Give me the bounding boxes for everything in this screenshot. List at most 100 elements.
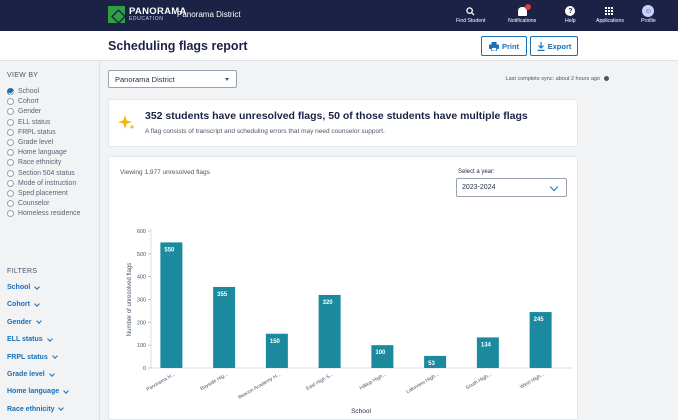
- notification-badge: [524, 3, 531, 10]
- radio-icon[interactable]: [7, 139, 14, 146]
- radio-icon[interactable]: [7, 190, 14, 197]
- bar-value-label: 245: [534, 317, 545, 323]
- filter-label: ELL status: [7, 336, 43, 344]
- nav-profile[interactable]: ☺ Profile: [641, 4, 656, 24]
- radio-icon[interactable]: [7, 149, 14, 157]
- radio-icon[interactable]: [7, 118, 14, 126]
- chevron-down-icon: [34, 301, 40, 307]
- x-tick-label: West High...: [519, 372, 546, 391]
- y-tick-label: 200: [137, 320, 146, 326]
- chevron-down-icon: [46, 335, 53, 342]
- view-by-option-label: Homeless residence: [18, 210, 81, 218]
- view-by-option[interactable]: Grade level: [7, 139, 53, 146]
- filters-heading: FILTERS: [7, 268, 38, 275]
- y-tick-label: 100: [137, 343, 146, 349]
- filter-dropdown[interactable]: Grade level: [7, 370, 55, 378]
- x-tick-label: South High...: [465, 372, 493, 392]
- y-tick-label: 300: [137, 298, 146, 304]
- view-by-option[interactable]: Race ethnicity: [7, 159, 62, 167]
- search-icon: [466, 4, 475, 18]
- view-by-option-label: Race ethnicity: [18, 159, 62, 167]
- bar-value-label: 550: [164, 247, 175, 253]
- nav-applications[interactable]: Applications: [596, 4, 624, 24]
- view-by-option[interactable]: Home language: [7, 149, 67, 157]
- view-by-option[interactable]: Section 504 status: [7, 169, 75, 177]
- help-icon: ?: [565, 6, 576, 16]
- x-tick-label: East High S...: [305, 372, 334, 392]
- view-by-option[interactable]: FRPL status: [7, 128, 56, 136]
- district-select[interactable]: Panorama District: [108, 70, 237, 88]
- printer-icon: [488, 41, 499, 51]
- view-by-option[interactable]: Gender: [7, 108, 41, 116]
- filter-dropdown[interactable]: ELL status: [7, 335, 53, 344]
- info-icon[interactable]: [604, 76, 609, 81]
- y-tick-label: 600: [137, 229, 146, 235]
- radio-icon[interactable]: [7, 179, 14, 187]
- radio-icon[interactable]: [7, 210, 14, 218]
- bar-value-label: 320: [323, 300, 334, 306]
- caret-down-icon: [225, 78, 229, 81]
- view-by-option-label: Gender: [18, 108, 41, 116]
- view-by-option[interactable]: ELL status: [7, 118, 50, 126]
- radio-icon[interactable]: [7, 108, 14, 116]
- sync-status: Last complete sync: about 2 hours ago: [505, 76, 600, 82]
- filter-label: Home language: [7, 388, 60, 396]
- view-by-option-label: School: [18, 88, 40, 95]
- view-by-option[interactable]: Mode of instruction: [7, 179, 76, 187]
- chevron-down-icon: [58, 405, 65, 412]
- radio-icon[interactable]: [7, 169, 14, 177]
- view-by-option[interactable]: Cohort: [7, 98, 39, 106]
- filter-dropdown[interactable]: Cohort: [7, 301, 40, 309]
- filter-label: Grade level: [7, 371, 45, 378]
- radio-icon[interactable]: [7, 98, 14, 106]
- view-by-heading: VIEW BY: [7, 72, 39, 79]
- nav-profile-label: Profile: [641, 18, 656, 24]
- radio-icon[interactable]: [7, 128, 14, 136]
- filter-dropdown[interactable]: Home language: [7, 388, 69, 396]
- chevron-down-icon: [35, 318, 42, 325]
- download-icon: [537, 41, 545, 51]
- view-by-option[interactable]: School: [7, 88, 39, 95]
- panorama-logo[interactable]: PANORAMA EDUCATION: [108, 6, 187, 23]
- chevron-down-icon: [51, 353, 58, 359]
- x-tick-label: Panorama H...: [145, 372, 176, 393]
- y-tick-label: 0: [143, 366, 146, 372]
- nav-help[interactable]: ? Help: [565, 4, 576, 24]
- district-select-value: Panorama District: [115, 74, 175, 84]
- chart-card: Viewing 1,977 unresolved flags Select a …: [108, 156, 578, 420]
- panorama-logo-icon: [108, 6, 125, 23]
- x-axis-label: School: [351, 408, 371, 415]
- sidebar: VIEW BY School Cohort Gender ELL status FRPL…: [0, 61, 100, 420]
- profile-icon: ☺: [642, 5, 655, 17]
- nav-applications-label: Applications: [596, 18, 624, 24]
- filter-label: FRPL status: [7, 353, 48, 361]
- x-tick-label: Bayside Hig...: [199, 372, 229, 393]
- x-tick-label: Lakeview High...: [405, 372, 440, 396]
- filter-dropdown[interactable]: Race ethnicity: [7, 405, 65, 413]
- bar-value-label: 100: [375, 350, 386, 356]
- banner-title: 352 students have unresolved flags, 50 o…: [145, 110, 528, 122]
- radio-checked-icon[interactable]: [7, 88, 14, 95]
- view-by-option-label: Grade level: [18, 139, 54, 146]
- page-title: Scheduling flags report: [108, 39, 248, 53]
- bar-value-label: 355: [217, 292, 228, 298]
- filter-label: Race ethnicity: [7, 405, 55, 413]
- nav-notifications[interactable]: Notifications: [508, 3, 537, 24]
- filter-label: Cohort: [7, 301, 30, 309]
- radio-icon[interactable]: [7, 159, 14, 167]
- export-button[interactable]: Export: [530, 36, 578, 56]
- nav-find-student[interactable]: Find Student: [456, 4, 485, 24]
- filter-dropdown[interactable]: School: [7, 283, 41, 291]
- view-by-option[interactable]: Homeless residence: [7, 210, 81, 218]
- view-by-option[interactable]: Counselor: [7, 200, 49, 208]
- export-button-label: Export: [547, 41, 572, 51]
- print-button-label: Print: [501, 41, 520, 51]
- grid-icon: [605, 6, 614, 16]
- view-by-option[interactable]: Sped placement: [7, 190, 68, 197]
- print-button[interactable]: Print: [481, 36, 527, 56]
- nav-notifications-label: Notifications: [508, 18, 537, 24]
- filter-dropdown[interactable]: FRPL status: [7, 353, 58, 361]
- view-by-option-label: Home language: [18, 149, 67, 157]
- radio-icon[interactable]: [7, 200, 14, 208]
- filter-dropdown[interactable]: Gender: [7, 318, 42, 326]
